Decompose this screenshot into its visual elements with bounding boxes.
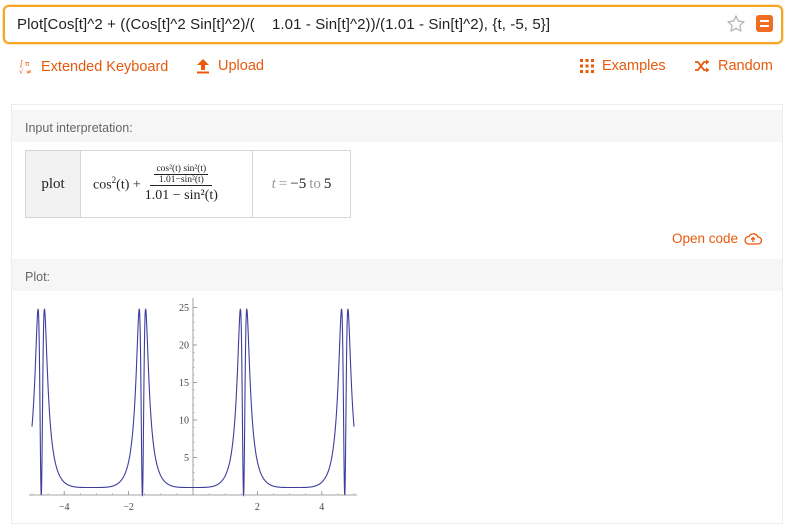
- grid-dots-icon: [580, 59, 594, 73]
- y-tick-label: 20: [179, 341, 189, 352]
- y-tick-label: 15: [179, 378, 189, 389]
- formula-fraction: cos²(t) sin²(t) 1.01−sin²(t) 1.01 − sin²…: [145, 164, 218, 204]
- results-panel: Input interpretation: plot cos2(t) + cos…: [11, 104, 783, 524]
- y-tick-label: 10: [179, 416, 189, 427]
- inner-numerator: cos²(t) sin²(t): [154, 164, 209, 175]
- star-icon[interactable]: [725, 13, 747, 35]
- plot-title: Plot:: [25, 270, 51, 284]
- inner-denominator: 1.01−sin²(t): [158, 175, 204, 185]
- plot-cell-label: plot: [41, 175, 65, 192]
- fraction-denominator: 1.01 − sin²(t): [144, 188, 218, 203]
- range-to: 5: [323, 175, 332, 192]
- range-cell: t = −5 to 5: [253, 151, 350, 217]
- y-tick-label: 5: [184, 453, 189, 464]
- input-interpretation-table: plot cos2(t) + cos²(t) sin²(t) 1.01−sin²…: [25, 150, 351, 218]
- plot-header: Plot:: [12, 259, 782, 291]
- plot-cell: plot: [26, 151, 81, 217]
- examples-label: Examples: [602, 58, 666, 74]
- fraction-numerator: cos²(t) sin²(t) 1.01−sin²(t): [150, 164, 213, 186]
- random-button[interactable]: Random: [694, 58, 773, 74]
- svg-text:≠: ≠: [26, 68, 32, 75]
- y-tick-label: 25: [179, 303, 189, 314]
- upload-button[interactable]: Upload: [196, 58, 264, 74]
- formula-lead-arg: (t) +: [116, 177, 141, 193]
- range-to-word: to: [309, 175, 321, 192]
- x-tick-label: 2: [255, 502, 260, 513]
- svg-text:√: √: [19, 68, 24, 75]
- toolbar: ∫ π √ ≠ Extended Keyboard Upload Example…: [0, 52, 787, 82]
- function-plot: −4 −2 2 4 5 10 15 20 25: [29, 298, 357, 513]
- extended-keyboard-button[interactable]: ∫ π √ ≠ Extended Keyboard: [19, 58, 169, 76]
- random-label: Random: [718, 58, 773, 74]
- open-code-label: Open code: [671, 231, 738, 246]
- keyboard-icon: ∫ π √ ≠: [19, 59, 32, 75]
- x-tick-label: −2: [123, 502, 134, 513]
- input-interpretation-title: Input interpretation:: [25, 121, 133, 135]
- x-tick-label: 4: [319, 502, 324, 513]
- range-from: −5: [290, 175, 307, 192]
- cloud-icon: [744, 232, 762, 245]
- formula-lead-fn: cos: [93, 177, 112, 193]
- formula-cell: cos2(t) + cos²(t) sin²(t) 1.01−sin²(t) 1…: [81, 151, 253, 217]
- upload-label: Upload: [218, 58, 264, 74]
- upload-icon: [197, 59, 209, 74]
- range-var: t: [271, 175, 276, 192]
- extended-keyboard-label: Extended Keyboard: [41, 58, 169, 75]
- formula-lead: cos2(t) +: [93, 175, 141, 194]
- svg-text:∫: ∫: [19, 59, 23, 68]
- equals-icon[interactable]: [756, 15, 773, 32]
- query-input[interactable]: Plot[Cos[t]^2 + ((Cos[t]^2 Sin[t]^2)/( 1…: [3, 5, 783, 44]
- range-eq: =: [278, 175, 288, 192]
- input-interpretation-header: Input interpretation:: [12, 110, 782, 142]
- shuffle-icon: [695, 59, 710, 73]
- open-code-link[interactable]: Open code: [672, 231, 762, 246]
- x-tick-label: −4: [59, 502, 70, 513]
- svg-text:π: π: [25, 60, 30, 68]
- query-text[interactable]: Plot[Cos[t]^2 + ((Cos[t]^2 Sin[t]^2)/( 1…: [17, 16, 550, 33]
- examples-button[interactable]: Examples: [580, 58, 666, 74]
